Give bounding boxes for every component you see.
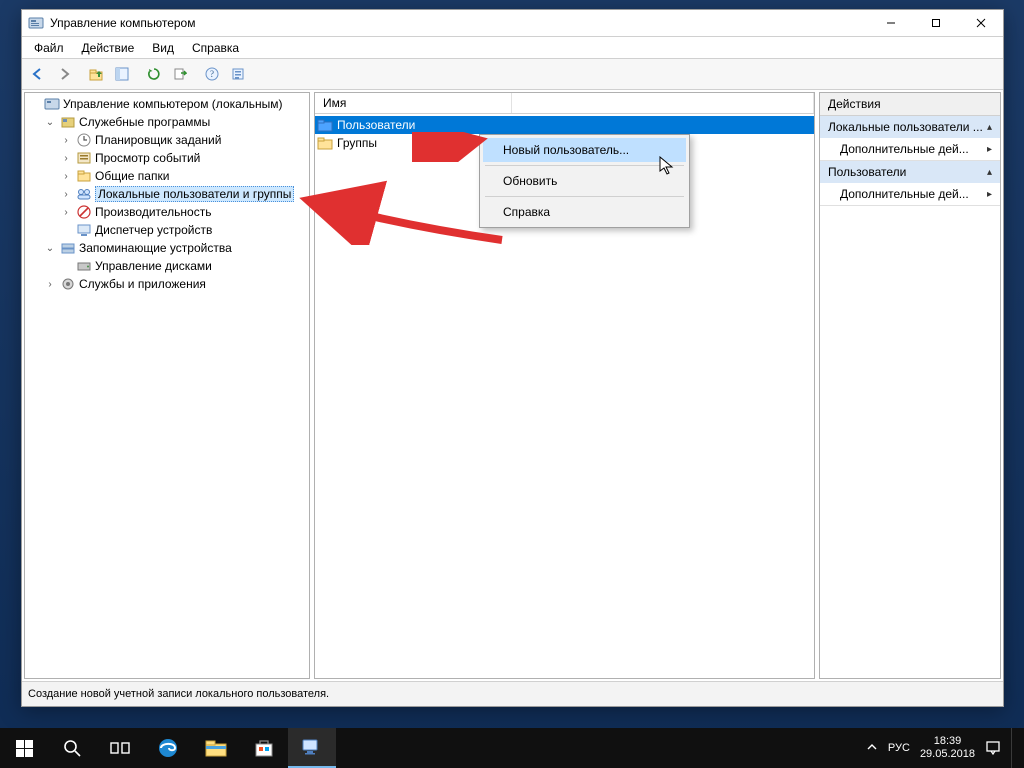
taskbar-store[interactable] <box>240 728 288 768</box>
start-button[interactable] <box>0 728 48 768</box>
actions-more-1[interactable]: Дополнительные дей... ▸ <box>820 138 1000 160</box>
tree-event-viewer[interactable]: ›Просмотр событий <box>27 149 307 167</box>
console-tree-pane: Управление компьютером (локальным) ⌄Служ… <box>24 92 310 679</box>
help-button[interactable]: ? <box>200 62 224 86</box>
context-refresh[interactable]: Обновить <box>483 169 686 193</box>
menu-bar: Файл Действие Вид Справка <box>22 37 1003 59</box>
taskbar: РУС 18:39 29.05.2018 <box>0 728 1024 768</box>
menu-file[interactable]: Файл <box>26 39 72 57</box>
maximize-button[interactable] <box>913 10 958 36</box>
collapse-icon[interactable]: ⌄ <box>43 243 57 254</box>
tree-task-scheduler[interactable]: ›Планировщик заданий <box>27 131 307 149</box>
show-desktop-button[interactable] <box>1011 728 1018 768</box>
menu-view[interactable]: Вид <box>144 39 182 57</box>
context-help[interactable]: Справка <box>483 200 686 224</box>
tree-system-tools[interactable]: ⌄Служебные программы <box>27 113 307 131</box>
title-bar[interactable]: Управление компьютером <box>22 10 1003 37</box>
tray-language[interactable]: РУС <box>888 742 910 754</box>
collapse-arrow-icon: ▴ <box>987 167 992 178</box>
collapse-arrow-icon: ▴ <box>987 122 992 133</box>
collapse-icon[interactable]: ⌄ <box>43 117 57 128</box>
context-new-user[interactable]: Новый пользователь... <box>483 138 686 162</box>
tree-disk-management[interactable]: Управление дисками <box>27 257 307 275</box>
expand-icon[interactable]: › <box>59 189 73 200</box>
chevron-right-icon: ▸ <box>987 144 992 155</box>
tree-performance[interactable]: ›Производительность <box>27 203 307 221</box>
refresh-button[interactable] <box>142 62 166 86</box>
status-bar: Создание новой учетной записи локального… <box>22 681 1003 706</box>
tree-shared-folders[interactable]: ›Общие папки <box>27 167 307 185</box>
expand-icon[interactable]: › <box>59 135 73 146</box>
export-button[interactable] <box>168 62 192 86</box>
actions-pane: Действия Локальные пользователи ... ▴ До… <box>819 92 1001 679</box>
taskbar-compmgmt[interactable] <box>288 728 336 768</box>
app-icon <box>28 15 44 31</box>
back-button[interactable] <box>26 62 50 86</box>
folder-icon <box>317 117 333 133</box>
computer-management-window: Управление компьютером Файл Действие Вид… <box>21 9 1004 707</box>
menu-action[interactable]: Действие <box>74 39 143 57</box>
close-button[interactable] <box>958 10 1003 36</box>
context-menu: Новый пользователь... Обновить Справка <box>479 134 690 228</box>
action-center-button[interactable] <box>985 728 1001 768</box>
tree-services-apps[interactable]: ›Службы и приложения <box>27 275 307 293</box>
minimize-button[interactable] <box>868 10 913 36</box>
tree-storage[interactable]: ⌄Запоминающие устройства <box>27 239 307 257</box>
tray-clock[interactable]: 18:39 29.05.2018 <box>920 735 975 761</box>
task-view-button[interactable] <box>96 728 144 768</box>
actions-section-users[interactable]: Пользователи ▴ <box>820 161 1000 183</box>
tree-device-manager[interactable]: Диспетчер устройств <box>27 221 307 239</box>
taskbar-search[interactable] <box>48 728 96 768</box>
cursor-icon <box>659 156 675 176</box>
show-hide-tree-button[interactable] <box>110 62 134 86</box>
up-button[interactable] <box>84 62 108 86</box>
list-item-label: Группы <box>337 136 377 150</box>
list-header: Имя <box>315 93 814 114</box>
actions-section-local-users[interactable]: Локальные пользователи ... ▴ <box>820 116 1000 138</box>
tray-chevron-up[interactable] <box>866 741 878 756</box>
menu-separator <box>485 196 684 197</box>
tree-local-users-groups[interactable]: ›Локальные пользователи и группы <box>27 185 307 203</box>
toolbar: ? <box>22 59 1003 90</box>
chevron-right-icon: ▸ <box>987 189 992 200</box>
taskbar-explorer[interactable] <box>192 728 240 768</box>
taskbar-edge[interactable] <box>144 728 192 768</box>
tree-root[interactable]: Управление компьютером (локальным) <box>27 95 307 113</box>
expand-icon[interactable]: › <box>59 153 73 164</box>
list-item-label: Пользователи <box>337 118 415 132</box>
actions-header: Действия <box>820 93 1000 116</box>
expand-icon[interactable]: › <box>43 279 57 290</box>
actions-more-2[interactable]: Дополнительные дей... ▸ <box>820 183 1000 205</box>
status-text: Создание новой учетной записи локального… <box>28 688 329 700</box>
folder-icon <box>317 135 333 151</box>
expand-icon[interactable]: › <box>59 207 73 218</box>
menu-help[interactable]: Справка <box>184 39 247 57</box>
svg-text:?: ? <box>210 69 214 79</box>
menu-separator <box>485 165 684 166</box>
forward-button[interactable] <box>52 62 76 86</box>
expand-icon[interactable]: › <box>59 171 73 182</box>
properties-button[interactable] <box>226 62 250 86</box>
window-title: Управление компьютером <box>50 16 868 30</box>
list-item-users[interactable]: Пользователи <box>315 116 814 134</box>
column-name[interactable]: Имя <box>315 93 512 113</box>
